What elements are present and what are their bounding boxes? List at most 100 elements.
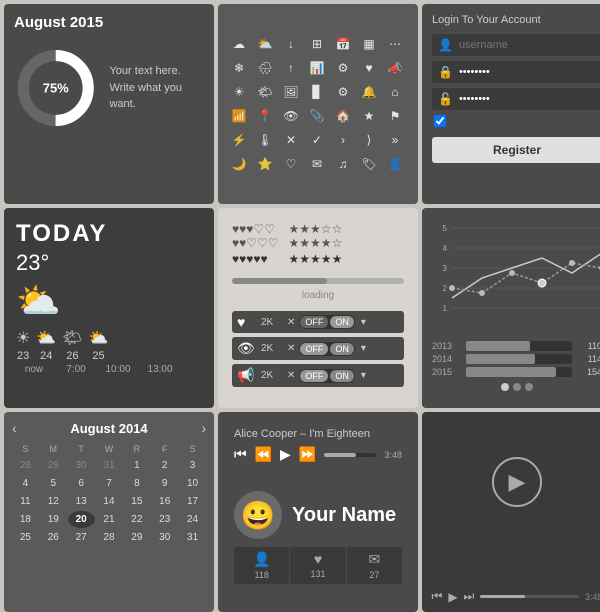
cal-day-23[interactable]: 23 <box>151 511 178 528</box>
video-play-button[interactable]: ▶ <box>492 457 542 507</box>
cal-day-30[interactable]: 30 <box>151 529 178 546</box>
cal-day-28p[interactable]: 28 <box>12 457 39 474</box>
flag-icon: ⚑ <box>385 106 405 126</box>
share-toggle[interactable]: OFF ON <box>299 369 355 383</box>
followers-count: 118 <box>254 570 268 580</box>
toggle-list: ♥ 2K ✕ OFF ON ▾ 👁 2K ✕ OFF ON ▾ <box>226 307 410 391</box>
bar-2015-fill <box>466 367 556 377</box>
video-progress-bar[interactable] <box>480 595 579 598</box>
bar-2013-fill <box>466 341 530 351</box>
cal-day-18[interactable]: 18 <box>12 511 39 528</box>
video-next-btn[interactable]: ⏭ <box>464 589 475 604</box>
cal-day-30p[interactable]: 30 <box>68 457 95 474</box>
cal-day-27[interactable]: 27 <box>68 529 95 546</box>
cal-day-17[interactable]: 17 <box>179 493 206 510</box>
cal-day-12[interactable]: 12 <box>40 493 67 510</box>
cal-day-22[interactable]: 22 <box>123 511 150 528</box>
video-play-btn2[interactable]: ▶ <box>448 590 457 604</box>
cal-day-15[interactable]: 15 <box>123 493 150 510</box>
cal-day-19[interactable]: 19 <box>40 511 67 528</box>
fast-fwd-btn[interactable]: ⏩ <box>299 446 316 463</box>
cal-day-29p[interactable]: 29 <box>40 457 67 474</box>
video-prev-btn[interactable]: ⏮ <box>432 589 443 604</box>
view-off-btn[interactable]: OFF <box>300 343 328 355</box>
view-dropdown-icon[interactable]: ▾ <box>361 343 366 354</box>
terms-checkbox-row[interactable] <box>432 115 600 127</box>
svg-text:75%: 75% <box>43 81 69 96</box>
user-icon: 👤 <box>385 154 405 174</box>
cal-day-1[interactable]: 1 <box>123 457 150 474</box>
dot-2[interactable] <box>513 383 521 391</box>
music-progress-bar[interactable] <box>324 453 376 457</box>
messages-icon: ✉ <box>368 551 380 568</box>
share-on-btn[interactable]: ON <box>330 370 354 382</box>
login-title: Login To Your Account <box>432 14 600 26</box>
toggle-like: ♥ 2K ✕ OFF ON ▾ <box>232 311 404 333</box>
cal-header-w: W <box>96 442 123 456</box>
profile-tab-messages[interactable]: ✉ 27 <box>347 547 402 584</box>
cal-day-16[interactable]: 16 <box>151 493 178 510</box>
cal-day-9[interactable]: 9 <box>151 475 178 492</box>
share-off-btn[interactable]: OFF <box>300 370 328 382</box>
like-off-btn[interactable]: OFF <box>300 316 328 328</box>
download-icon: ↓ <box>281 34 301 54</box>
password2-input[interactable] <box>459 93 600 105</box>
cal-day-20-today[interactable]: 20 <box>68 511 95 528</box>
cal-day-14[interactable]: 14 <box>96 493 123 510</box>
cal-day-21[interactable]: 21 <box>96 511 123 528</box>
view-x: ✕ <box>287 343 295 354</box>
cal-day-2[interactable]: 2 <box>151 457 178 474</box>
profile-tab-followers[interactable]: 👤 118 <box>234 547 289 584</box>
password-field[interactable]: 🔒 ☑ <box>432 61 600 83</box>
toggle-share: 📢 2K ✕ OFF ON ▾ <box>232 364 404 387</box>
video-time: 3:48 <box>585 592 600 602</box>
cal-day-25[interactable]: 25 <box>12 529 39 546</box>
password2-field[interactable]: 🔓 ☑ <box>432 88 600 110</box>
cal-day-10[interactable]: 10 <box>179 475 206 492</box>
view-toggle[interactable]: OFF ON <box>299 342 355 356</box>
rewind-btn[interactable]: ⏪ <box>255 446 272 463</box>
calendar-grid: S M T W R F S 28 29 30 31 1 2 3 4 5 6 7 … <box>12 442 206 546</box>
cal-day-8[interactable]: 8 <box>123 475 150 492</box>
prev-btn[interactable]: ⏮ <box>234 446 247 463</box>
cal-day-7[interactable]: 7 <box>96 475 123 492</box>
cal-next-btn[interactable]: › <box>201 420 206 436</box>
cal-day-4[interactable]: 4 <box>12 475 39 492</box>
cal-day-13[interactable]: 13 <box>68 493 95 510</box>
username-input[interactable] <box>459 39 600 51</box>
heart2-icon: ♡ <box>281 154 301 174</box>
like-icon: ♥ <box>237 314 257 330</box>
register-button[interactable]: Register <box>432 137 600 163</box>
profile-tab-likes[interactable]: ♥ 131 <box>290 547 345 584</box>
terms-checkbox[interactable] <box>434 115 446 127</box>
stats-cell: August 2015 75% Your text here. Write wh… <box>4 4 214 204</box>
like-dropdown-icon[interactable]: ▾ <box>361 317 366 328</box>
like-toggle[interactable]: OFF ON <box>299 315 355 329</box>
share-dropdown-icon[interactable]: ▾ <box>361 370 366 381</box>
view-on-btn[interactable]: ON <box>330 343 354 355</box>
cal-day-29[interactable]: 29 <box>123 529 150 546</box>
cal-day-28[interactable]: 28 <box>96 529 123 546</box>
grid2-icon: ▦ <box>359 34 379 54</box>
cal-day-24[interactable]: 24 <box>179 511 206 528</box>
cal-day-31p[interactable]: 31 <box>96 457 123 474</box>
like-on-btn[interactable]: ON <box>330 316 354 328</box>
messages-count: 27 <box>369 570 379 580</box>
cal-day-6[interactable]: 6 <box>68 475 95 492</box>
password-input[interactable] <box>459 66 600 78</box>
cal-day-3[interactable]: 3 <box>179 457 206 474</box>
username-field[interactable]: 👤 ☑ <box>432 34 600 56</box>
time-10: 10:00 <box>100 364 136 375</box>
cal-day-11[interactable]: 11 <box>12 493 39 510</box>
play-btn[interactable]: ▶ <box>280 446 291 463</box>
cal-day-31[interactable]: 31 <box>179 529 206 546</box>
dot-navigation <box>432 383 600 391</box>
dot-1[interactable] <box>501 383 509 391</box>
cal-prev-btn[interactable]: ‹ <box>12 420 17 436</box>
dots-icon: ⋯ <box>385 34 405 54</box>
dot-3[interactable] <box>525 383 533 391</box>
message-icon: ✉ <box>307 154 327 174</box>
loading-text: loading <box>232 290 404 301</box>
cal-day-5[interactable]: 5 <box>40 475 67 492</box>
cal-day-26[interactable]: 26 <box>40 529 67 546</box>
